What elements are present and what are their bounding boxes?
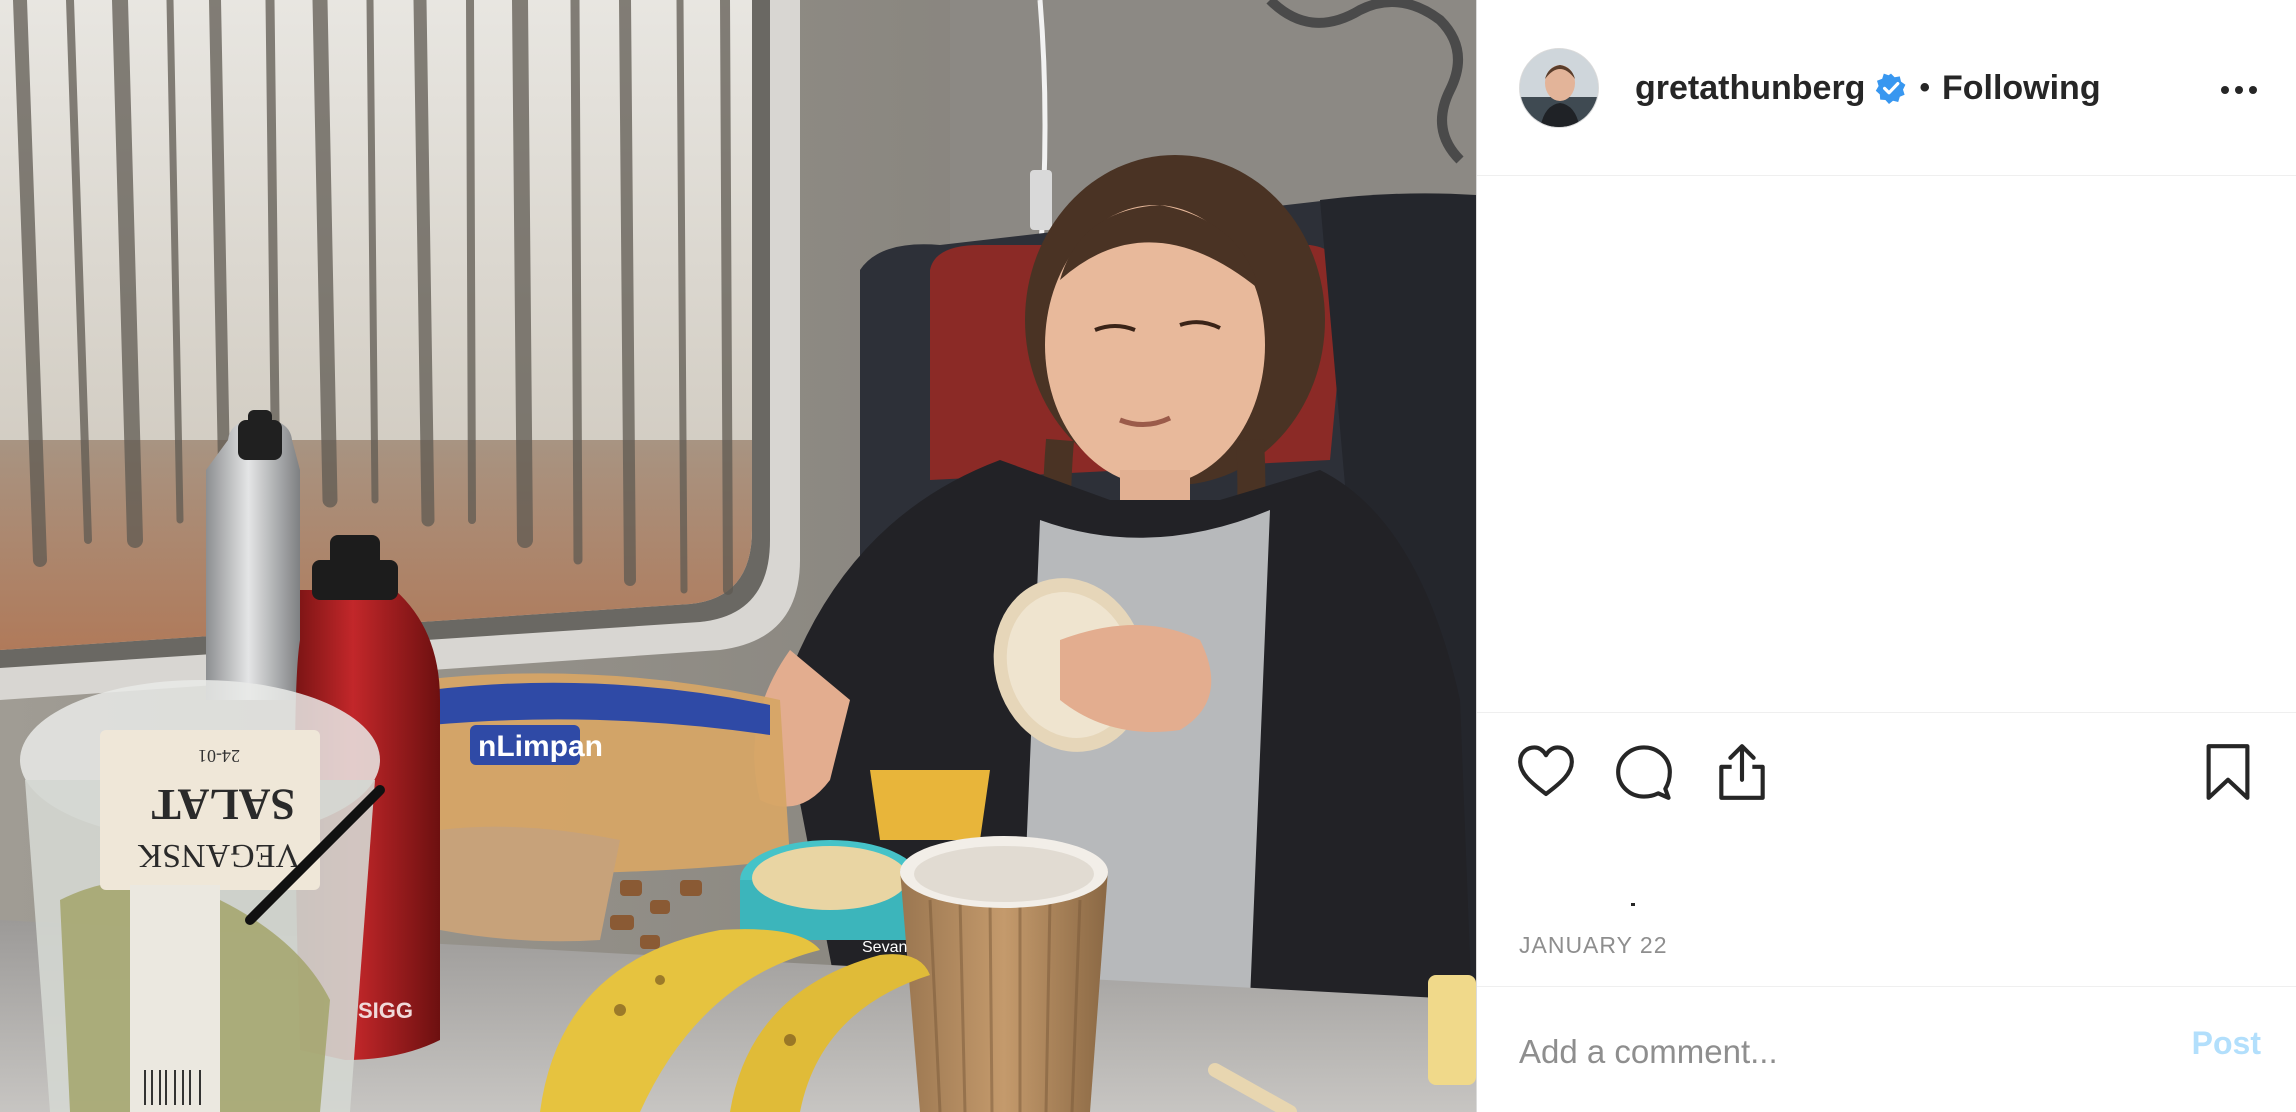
post-comment-button[interactable]: Post bbox=[2192, 1025, 2261, 1062]
salad-subtitle: VEGANSK bbox=[137, 837, 300, 874]
instagram-post-modal: nLimpan Sevan SIGG 24-01 SALAT VEGANSK g… bbox=[0, 0, 2296, 1112]
comment-bar: Post bbox=[1477, 986, 2296, 1112]
salad-title: SALAT bbox=[152, 780, 295, 829]
post-date: JANUARY 22 bbox=[1519, 932, 1668, 958]
more-dot bbox=[2235, 86, 2243, 94]
bottle-brand: SIGG bbox=[358, 998, 413, 1023]
photo-illustration: nLimpan Sevan SIGG 24-01 SALAT VEGANSK bbox=[0, 0, 1476, 1112]
header-separator: • bbox=[1919, 71, 1930, 104]
hummus-label: Sevan bbox=[862, 939, 907, 956]
comments-area bbox=[1477, 177, 2296, 711]
comment-bubble-icon[interactable] bbox=[1613, 741, 1675, 803]
avatar[interactable] bbox=[1519, 48, 1599, 128]
likes-placeholder bbox=[1631, 903, 1635, 906]
more-options-icon[interactable] bbox=[2211, 70, 2267, 110]
share-icon[interactable] bbox=[1711, 741, 1773, 803]
comment-input[interactable] bbox=[1519, 1027, 2159, 1077]
bread-label: nLimpan bbox=[478, 730, 603, 763]
more-dot bbox=[2221, 86, 2229, 94]
post-side-panel: gretathunberg • Following JANUARY 22 Add… bbox=[1476, 0, 2296, 1112]
post-photo[interactable]: nLimpan Sevan SIGG 24-01 SALAT VEGANSK bbox=[0, 0, 1476, 1112]
more-dot bbox=[2249, 86, 2257, 94]
post-actions bbox=[1477, 712, 2296, 908]
username-link[interactable]: gretathunberg bbox=[1635, 69, 1865, 108]
salad-code: 24-01 bbox=[198, 746, 240, 766]
following-button[interactable]: Following bbox=[1942, 69, 2101, 108]
post-header: gretathunberg • Following bbox=[1477, 0, 2296, 176]
heart-icon[interactable] bbox=[1515, 741, 1577, 803]
bookmark-icon[interactable] bbox=[2197, 741, 2259, 803]
verified-badge-icon bbox=[1875, 72, 1907, 104]
header-user-row: gretathunberg • Following bbox=[1635, 66, 2101, 110]
avatar-image bbox=[1520, 49, 1598, 127]
